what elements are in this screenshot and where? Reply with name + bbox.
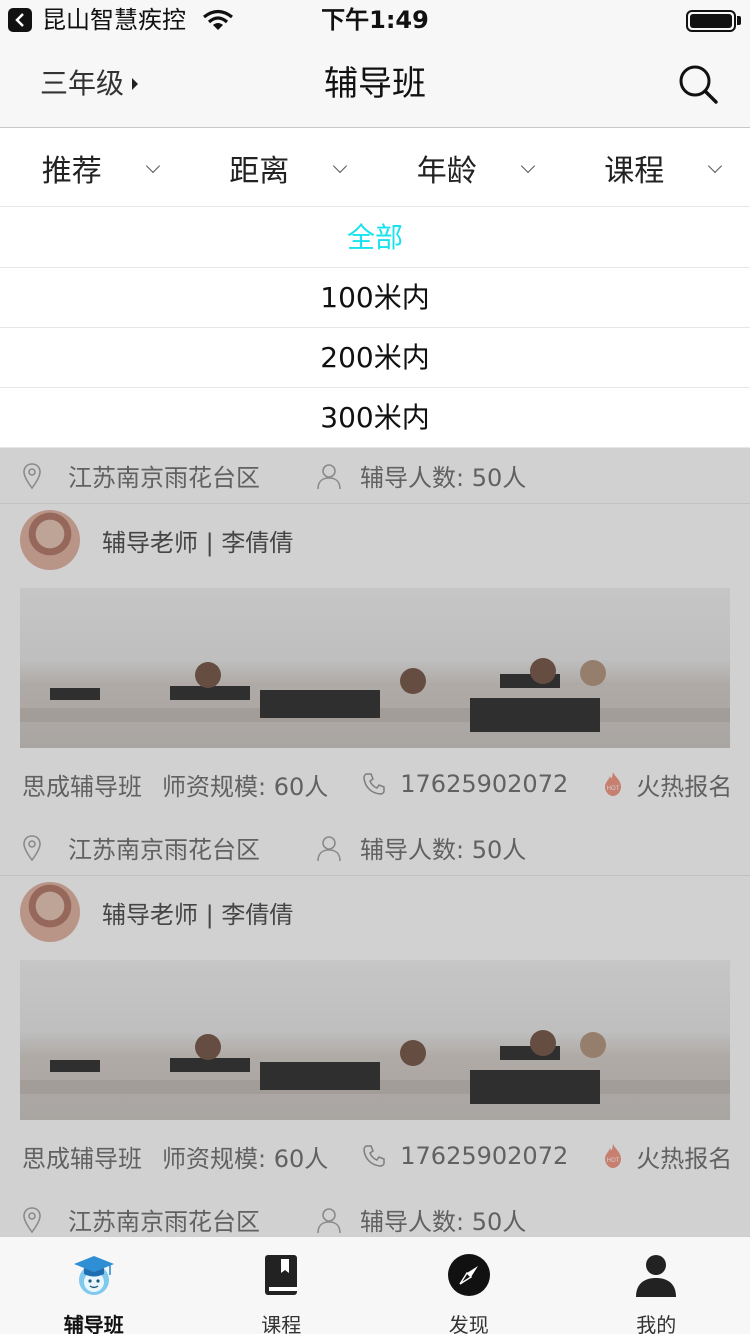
distance-dropdown: 全部 100米内 200米内 300米内 <box>0 208 750 448</box>
compass-icon <box>447 1254 490 1296</box>
book-icon <box>265 1255 298 1295</box>
filter-bar: 推荐 距离 年龄 课程 <box>0 129 750 207</box>
tab-mine[interactable]: 我的 <box>563 1237 750 1334</box>
dropdown-option-all[interactable]: 全部 <box>0 208 750 268</box>
page-title: 辅导班 <box>324 64 426 104</box>
graduate-icon <box>73 1256 114 1295</box>
battery-icon <box>686 10 736 32</box>
chevron-down-icon <box>145 158 160 174</box>
tab-course[interactable]: 课程 <box>188 1237 376 1334</box>
tab-tutoring[interactable]: 辅导班 <box>0 1237 188 1334</box>
search-icon[interactable] <box>676 62 720 106</box>
tab-label: 辅导班 <box>63 1313 124 1334</box>
filter-label: 课程 <box>604 153 665 189</box>
nav-bar: 三年级 辅导班 <box>0 40 750 128</box>
dim-overlay[interactable] <box>0 448 750 1236</box>
dropdown-option-300m[interactable]: 300米内 <box>0 388 750 448</box>
bottom-tab-bar: 辅导班 课程 发现 我的 <box>0 1236 750 1334</box>
user-icon <box>636 1255 677 1297</box>
battery-tip <box>737 16 741 25</box>
filter-label: 年龄 <box>416 153 477 189</box>
dropdown-option-100m[interactable]: 100米内 <box>0 268 750 328</box>
filter-label: 距离 <box>229 153 290 189</box>
dropdown-option-200m[interactable]: 200米内 <box>0 328 750 388</box>
tab-label: 我的 <box>636 1313 677 1334</box>
chevron-down-icon <box>520 158 535 174</box>
chevron-down-icon <box>332 158 348 174</box>
status-time: 下午1:49 <box>321 6 429 34</box>
tab-discover[interactable]: 发现 <box>375 1237 563 1334</box>
tab-label: 课程 <box>261 1313 302 1334</box>
filter-tab-age[interactable]: 年龄 <box>375 129 563 206</box>
filter-tab-course[interactable]: 课程 <box>563 129 750 206</box>
filter-tab-recommend[interactable]: 推荐 <box>0 129 188 206</box>
tab-label: 发现 <box>448 1313 489 1334</box>
status-bar: 昆山智慧疾控 下午1:49 <box>0 0 750 40</box>
filter-label: 推荐 <box>41 153 102 189</box>
filter-tab-distance[interactable]: 距离 <box>188 129 376 206</box>
chevron-down-icon <box>707 158 723 174</box>
